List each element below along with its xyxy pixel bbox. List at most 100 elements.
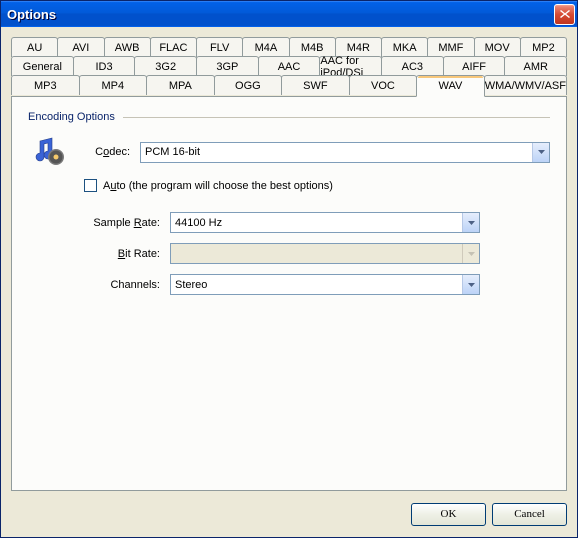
tab-label: AWB bbox=[115, 42, 140, 54]
tab-accent bbox=[418, 76, 483, 78]
tab-label: AAC bbox=[278, 61, 301, 73]
tab-swf[interactable]: SWF bbox=[281, 75, 350, 95]
tab-aac[interactable]: AAC bbox=[258, 56, 321, 76]
tab-label: MP3 bbox=[34, 80, 57, 92]
tab-voc[interactable]: VOC bbox=[349, 75, 418, 95]
tab-mp2[interactable]: MP2 bbox=[520, 37, 567, 57]
titlebar[interactable]: Options bbox=[1, 1, 577, 27]
tab-avi[interactable]: AVI bbox=[57, 37, 104, 57]
tab-label: 3G2 bbox=[155, 61, 176, 73]
tab-wma-wmv-asf[interactable]: WMA/WMV/ASF bbox=[484, 75, 567, 95]
tab-aac-for-ipod-dsi[interactable]: AAC for iPod/DSi bbox=[319, 56, 382, 76]
tab-label: FLV bbox=[210, 42, 229, 54]
ok-button[interactable]: OK bbox=[411, 503, 486, 526]
tab-label: General bbox=[23, 61, 62, 73]
tab-mp3[interactable]: MP3 bbox=[11, 75, 80, 95]
options-window: Options AU AVI AWB FLAC FLV M4A M4B M4R MKA MMF MO… bbox=[0, 0, 578, 538]
tab-label: FLAC bbox=[159, 42, 187, 54]
sample-rate-label: Sample Rate: bbox=[84, 217, 170, 229]
tab-flv[interactable]: FLV bbox=[196, 37, 243, 57]
sample-rate-combo-button[interactable] bbox=[462, 213, 479, 232]
group-header: Encoding Options bbox=[28, 111, 550, 123]
tab-mka[interactable]: MKA bbox=[381, 37, 428, 57]
fields-block: Sample Rate: 44100 Hz Bit Rate: bbox=[28, 212, 550, 295]
tab-m4a[interactable]: M4A bbox=[242, 37, 289, 57]
group-title: Encoding Options bbox=[28, 111, 115, 123]
tab-label: MP4 bbox=[101, 80, 124, 92]
tab-3g2[interactable]: 3G2 bbox=[134, 56, 197, 76]
cancel-button[interactable]: Cancel bbox=[492, 503, 567, 526]
tab-label: SWF bbox=[303, 80, 327, 92]
tab-label: AVI bbox=[72, 42, 89, 54]
tab-label: 3GP bbox=[216, 61, 238, 73]
tab-label: MMF bbox=[438, 42, 463, 54]
codec-combo[interactable]: PCM 16-bit bbox=[140, 142, 550, 163]
tab-label: MP2 bbox=[532, 42, 555, 54]
tab-label: M4A bbox=[255, 42, 278, 54]
close-icon bbox=[559, 9, 571, 19]
tab-ogg[interactable]: OGG bbox=[214, 75, 283, 95]
codec-combo-button[interactable] bbox=[532, 143, 549, 162]
close-button[interactable] bbox=[554, 4, 575, 25]
tab-wav[interactable]: WAV bbox=[416, 75, 485, 97]
tab-label: AU bbox=[27, 42, 42, 54]
chevron-down-icon bbox=[468, 252, 475, 256]
tab-label: MOV bbox=[485, 42, 510, 54]
tab-label: OGG bbox=[235, 80, 261, 92]
sample-rate-row: Sample Rate: 44100 Hz bbox=[84, 212, 550, 233]
tab-label: M4B bbox=[301, 42, 324, 54]
tab-label: AMR bbox=[523, 61, 547, 73]
bit-rate-combo bbox=[170, 243, 480, 264]
tab-mp4[interactable]: MP4 bbox=[79, 75, 148, 95]
sample-rate-value: 44100 Hz bbox=[171, 213, 462, 232]
codec-combo-value: PCM 16-bit bbox=[141, 143, 532, 162]
tab-awb[interactable]: AWB bbox=[104, 37, 151, 57]
tab-label: ID3 bbox=[95, 61, 112, 73]
client-area: AU AVI AWB FLAC FLV M4A M4B M4R MKA MMF MOV MP2 Gen… bbox=[1, 27, 577, 491]
channels-combo[interactable]: Stereo bbox=[170, 274, 480, 295]
window-title: Options bbox=[7, 7, 554, 22]
chevron-down-icon bbox=[468, 221, 475, 225]
tab-pane: Encoding Options Codec: bbox=[11, 96, 567, 491]
sample-rate-combo[interactable]: 44100 Hz bbox=[170, 212, 480, 233]
bit-rate-label: Bit Rate: bbox=[84, 248, 170, 260]
tab-label: MKA bbox=[393, 42, 417, 54]
tab-label: MPA bbox=[169, 80, 192, 92]
chevron-down-icon bbox=[468, 283, 475, 287]
tab-au[interactable]: AU bbox=[11, 37, 58, 57]
tab-amr[interactable]: AMR bbox=[504, 56, 567, 76]
tab-label: M4R bbox=[347, 42, 370, 54]
tab-label: WAV bbox=[439, 80, 463, 92]
channels-row: Channels: Stereo bbox=[84, 274, 550, 295]
tab-mpa[interactable]: MPA bbox=[146, 75, 215, 95]
tab-label: WMA/WMV/ASF bbox=[485, 80, 566, 92]
tab-strip: AU AVI AWB FLAC FLV M4A M4B M4R MKA MMF MOV MP2 Gen… bbox=[11, 37, 567, 97]
tab-mov[interactable]: MOV bbox=[474, 37, 521, 57]
tab-id3[interactable]: ID3 bbox=[73, 56, 136, 76]
chevron-down-icon bbox=[538, 150, 545, 154]
bit-rate-row: Bit Rate: bbox=[84, 243, 550, 264]
auto-row: Auto (the program will choose the best o… bbox=[28, 179, 550, 192]
group-line bbox=[123, 117, 550, 118]
tab-mmf[interactable]: MMF bbox=[427, 37, 474, 57]
codec-label: Codec: bbox=[72, 146, 140, 158]
channels-label: Channels: bbox=[84, 279, 170, 291]
bit-rate-combo-button bbox=[462, 244, 479, 263]
music-note-speaker-icon bbox=[34, 137, 66, 167]
tab-label: AIFF bbox=[462, 61, 486, 73]
tab-flac[interactable]: FLAC bbox=[150, 37, 197, 57]
auto-label[interactable]: Auto (the program will choose the best o… bbox=[103, 180, 333, 192]
auto-checkbox[interactable] bbox=[84, 179, 97, 192]
tab-3gp[interactable]: 3GP bbox=[196, 56, 259, 76]
tab-label: VOC bbox=[371, 80, 395, 92]
tab-ac3[interactable]: AC3 bbox=[381, 56, 444, 76]
button-bar: OK Cancel bbox=[1, 491, 577, 537]
bit-rate-value bbox=[171, 244, 462, 263]
tab-general[interactable]: General bbox=[11, 56, 74, 76]
tab-label: AC3 bbox=[402, 61, 423, 73]
codec-row: Codec: PCM 16-bit bbox=[28, 137, 550, 167]
audio-icon-cell bbox=[28, 137, 72, 167]
channels-value: Stereo bbox=[171, 275, 462, 294]
channels-combo-button[interactable] bbox=[462, 275, 479, 294]
tab-aiff[interactable]: AIFF bbox=[443, 56, 506, 76]
